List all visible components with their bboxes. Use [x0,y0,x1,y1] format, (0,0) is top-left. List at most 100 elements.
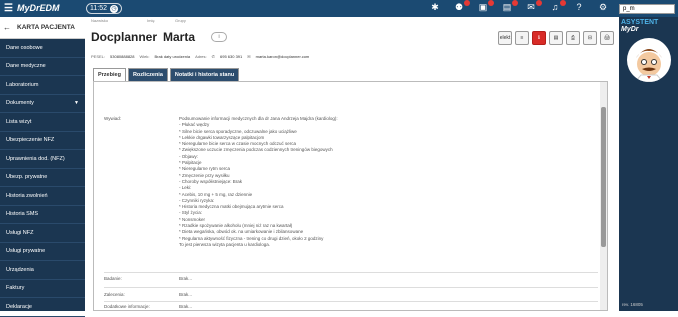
patient-header-labels: Nazwisko Imię Grupy [91,18,203,23]
users-icon[interactable]: ⚉ [452,0,470,13]
age-label: Wiek: [139,54,150,59]
top-icons: ✱ ⚉ ▣ ▤ ✉ ♫ ? ⚙ [428,0,610,13]
divider [104,301,598,302]
sidebar-item[interactable]: Usługi prywatne [0,243,85,261]
sidebar-item-label: Laboratorium [6,81,39,88]
chat-icon[interactable]: ▤ [500,0,518,13]
top-bar: ☰ MyDrEDM 11:52 ◷ ✱ ⚉ ▣ ▤ ✉ ♫ ? ⚙ p_m [0,0,678,17]
toolbar-button[interactable]: ▤ [549,31,563,45]
wywiad-label: Wywiad: [104,116,121,121]
inbox-icon[interactable]: ▣ [476,0,494,13]
sidebar-item[interactable]: Historia zwolnień [0,187,85,206]
sidebar-item-label: Uprawnienia dod. (NFZ) [6,155,65,162]
badanie-value[interactable]: Brak... [179,276,589,282]
sidebar-item[interactable]: Lista wizyt [0,113,85,132]
email-value[interactable]: marta.karon@docplanner.com [256,54,310,59]
notification-badge [464,0,470,6]
sidebar-item-label: Urządzenia [6,266,34,273]
divider [104,287,598,288]
sidebar-item[interactable]: Historia SMS [0,206,85,224]
sidebar-item[interactable]: Ubezp. prywatne [0,169,85,187]
sidebar-item[interactable]: Usługi NFZ [0,224,85,243]
assistant-panel: ASYSTENT MyDr rev. 16805 [619,17,678,311]
sidebar-item-label: Dane osobowe [6,44,43,51]
sidebar-item-label: Usługi NFZ [6,229,34,236]
patient-surname: Docplanner [91,30,158,44]
info-icon[interactable]: i [211,32,228,42]
divider [104,272,598,273]
sidebar-item[interactable]: Uprawnienia dod. (NFZ) [0,150,85,169]
tab-rozliczenia[interactable]: Rozliczenia [127,68,168,82]
sidebar-item-label: Ubezp. prywatne [6,174,48,181]
wywiad-line: To jest pierwsza wizyta pacjenta u kardi… [179,241,271,247]
sidebar-list: Dane osobowe Dane medyczne Laboratorium Dok… [0,39,85,317]
notification-badge [560,0,566,6]
group-label: Grupy [175,18,186,23]
notification-badge [488,0,494,6]
sidebar-item-label: Usługi prywatne [6,248,46,255]
sidebar-item[interactable]: Faktury [0,280,85,298]
star-icon[interactable]: ✱ [428,2,442,13]
notification-badge [536,0,542,6]
tabs: Przebieg Rozliczenia Notatki i historia … [93,68,240,82]
toolbar-button[interactable]: 🖨 [600,31,614,45]
mail-small-icon: ✉ [247,54,251,59]
pesel-value: 53080888828 [110,54,135,59]
sidebar-item[interactable]: Ubezpieczenie NFZ [0,132,85,150]
chevron-down-icon: ▼ [74,100,79,107]
badanie-label: Badanie: [104,276,122,281]
toolbar-button[interactable]: ⎙ [566,31,580,45]
dodatkowe-label: Dodatkowe informacje: [104,304,150,309]
toolbar-button[interactable]: ⊟ [583,31,597,45]
menu-icon[interactable]: ☰ [4,3,13,14]
gear-icon[interactable]: ⚙ [596,2,610,13]
sidebar-item[interactable]: Laboratorium [0,76,85,95]
sidebar-item-label: Deklaracje [6,303,32,310]
sidebar-item[interactable]: Dokumenty ▼ [0,95,85,113]
toolbar-button[interactable]: ℹ [532,31,546,45]
tab-notatki[interactable]: Notatki i historia stanu [169,68,240,82]
toolbar: elekt ≡ ℹ ▤ ⎙ ⊟ 🖨 [498,31,614,45]
sidebar-title: KARTA PACJENTA [17,24,75,31]
main-area: Nazwisko Imię Grupy Docplanner Marta i P… [87,17,618,311]
scrollbar[interactable] [600,82,607,310]
tab-przebieg[interactable]: Przebieg [93,68,126,82]
bell-icon[interactable]: ♫ [548,0,566,13]
wywiad-text[interactable]: Podsumowanie informacji medycznych dla d… [179,116,589,248]
sidebar-item-label: Historia SMS [6,211,39,218]
dodatkowe-value[interactable]: Brak... [179,304,589,310]
patient-name: Docplanner Marta i [91,30,228,44]
assistant-brand: MyDr [621,26,639,33]
sidebar-header: ← KARTA PACJENTA [0,17,85,39]
assistant-title-text: ASYSTENT [621,19,659,26]
sidebar-item-label: Dane medyczne [6,63,46,70]
sidebar-item-label: Historia zwolnień [6,192,48,199]
sidebar-item-label: Ubezpieczenie NFZ [6,137,55,144]
sidebar-item[interactable]: Dane osobowe [0,39,85,58]
age-value: Brak daty urodzenia [154,54,191,59]
back-arrow-icon[interactable]: ← [3,23,11,32]
sidebar-item[interactable]: Deklaracje [0,298,85,317]
mail-icon[interactable]: ✉ [524,0,542,13]
sidebar-item-label: Dokumenty [6,100,34,107]
app-logo[interactable]: ☰ MyDrEDM [0,3,80,14]
toolbar-button[interactable]: elekt [498,31,512,45]
user-select[interactable]: p_m [619,4,675,14]
zalecenia-value[interactable]: Brak... [179,292,589,298]
assistant-title: ASYSTENT MyDr [619,17,678,35]
patient-firstname: Marta [163,30,196,44]
zalecenia-label: Zalecenia: [104,292,125,297]
logo-text: MyDrEDM [16,3,60,13]
name-label: Imię [147,18,155,23]
address-label: Adres: [195,54,207,59]
patient-meta: PESEL: 53080888828 Wiek: Brak daty urodzen… [91,54,309,59]
toolbar-button[interactable]: ≡ [515,31,529,45]
question-icon[interactable]: ? [572,2,586,13]
session-clock: 11:52 ◷ [86,3,122,14]
assistant-avatar[interactable] [626,38,671,82]
sidebar-item[interactable]: Dane medyczne [0,58,85,76]
timer-icon[interactable]: ◷ [110,4,118,13]
sidebar-item[interactable]: Urządzenia [0,261,85,280]
revision-text: rev. 16805 [622,302,643,307]
scrollbar-thumb[interactable] [601,107,606,247]
